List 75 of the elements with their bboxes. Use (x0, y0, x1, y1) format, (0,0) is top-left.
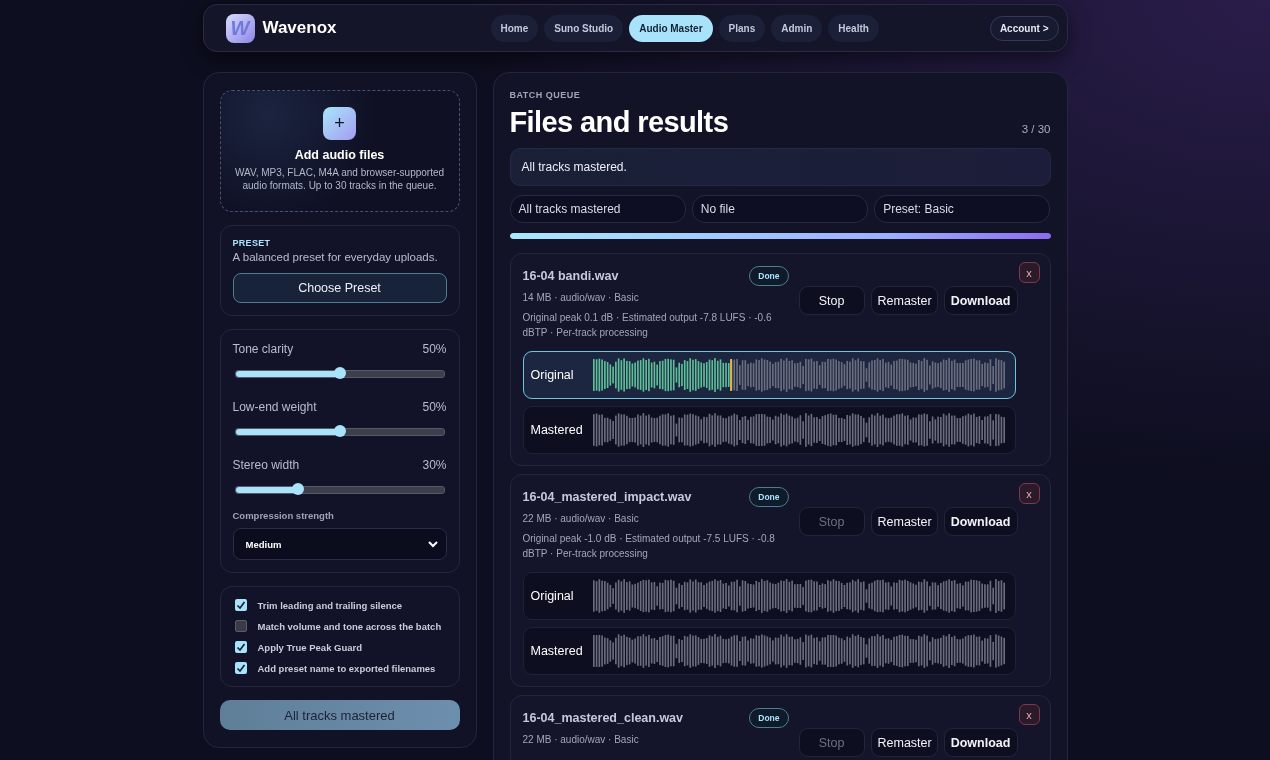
slider-track[interactable] (234, 370, 445, 378)
account-button[interactable]: Account > (989, 15, 1059, 41)
checkbox[interactable] (234, 641, 247, 653)
brand-name: Wavenox (262, 18, 337, 38)
option-label: Add preset name to exported filenames (257, 662, 436, 674)
checkbox[interactable] (234, 599, 247, 611)
option-label: Match volume and tone across the batch (257, 620, 442, 632)
queue-count: 3 / 30 (1021, 123, 1051, 135)
waveform-label: Original (530, 589, 575, 603)
track-action-button[interactable]: Download (943, 728, 1018, 757)
option-label: Trim leading and trailing silence (257, 599, 403, 611)
nav-tab[interactable]: Health (828, 14, 879, 42)
nav-tab[interactable]: Plans (718, 14, 766, 42)
track-meta: 14 MB · audio/wav · Basic (522, 292, 640, 303)
nav-tab[interactable]: Suno Studio (544, 14, 624, 42)
slider-value: 30% (422, 458, 447, 472)
track-name: 16-04_mastered_clean.wav (522, 711, 684, 725)
close-button[interactable]: x (1018, 483, 1040, 504)
nav-tab[interactable]: Home (490, 14, 539, 42)
status-badge: Done (749, 708, 789, 728)
slider-thumb[interactable] (291, 483, 304, 495)
track-action-button[interactable]: Remaster (870, 507, 938, 536)
status-chip: No file (691, 195, 869, 223)
slider-value: 50% (422, 342, 447, 356)
waveform-player[interactable]: Original (522, 572, 1016, 620)
status-badge: Done (749, 266, 789, 286)
nav-tab[interactable]: Admin (771, 14, 823, 42)
upload-title: Add audio files (294, 148, 385, 162)
waveform-player[interactable]: Mastered (522, 406, 1016, 454)
slider-label: Low-end weight (232, 400, 317, 414)
checkbox[interactable] (234, 662, 247, 674)
preset-description: A balanced preset for everyday uploads. (232, 251, 439, 263)
preset-label: PRESET (232, 238, 272, 248)
status-chip: Preset: Basic (874, 195, 1051, 223)
track-name: 16-04_mastered_impact.wav (522, 490, 692, 504)
add-button[interactable]: + (323, 107, 356, 140)
slider-thumb[interactable] (333, 425, 346, 437)
nav-tab[interactable]: Audio Master (629, 14, 713, 42)
slider-label: Stereo width (232, 458, 300, 472)
slider-track[interactable] (234, 428, 445, 436)
track-action-button[interactable]: Download (943, 507, 1018, 536)
chevron-down-icon (427, 540, 438, 548)
option-label: Apply True Peak Guard (257, 641, 363, 653)
track-meta: 22 MB · audio/wav · Basic (522, 513, 640, 524)
waveform-label: Original (530, 368, 575, 382)
waveform-label: Mastered (530, 423, 584, 437)
track-action-button[interactable]: Download (943, 286, 1018, 315)
waveform-player[interactable]: Original (522, 351, 1016, 399)
track-action-button[interactable]: Remaster (870, 286, 938, 315)
slider-value: 50% (422, 400, 447, 414)
close-button[interactable]: x (1018, 704, 1040, 725)
status-badge: Done (749, 487, 789, 507)
track-name: 16-04 bandi.wav (522, 269, 619, 283)
upload-description: WAV, MP3, FLAC, M4A and browser-supported audio formats. Up to 30 tracks in the queue. (233, 166, 446, 192)
status-message: All tracks mastered. (509, 148, 1051, 186)
track-action-button[interactable]: Remaster (870, 728, 938, 757)
checkbox[interactable] (234, 620, 247, 632)
compression-label: Compression strength (232, 510, 335, 521)
track-meta: 22 MB · audio/wav · Basic (522, 734, 640, 745)
compression-select[interactable]: Medium (232, 528, 447, 560)
track-details: Original peak -1.0 dB · Estimated output -7.5 LUFS · -0.8 dBTP · Per-track processing (522, 532, 776, 561)
waveform-player[interactable]: Mastered (522, 627, 1016, 675)
choose-preset-button[interactable]: Choose Preset (232, 273, 447, 303)
close-button[interactable]: x (1018, 262, 1040, 283)
logo-icon: W (225, 13, 255, 43)
slider-label: Tone clarity (232, 342, 294, 356)
slider-track[interactable] (234, 486, 445, 494)
track-action-button[interactable]: Stop (798, 286, 865, 315)
slider-thumb[interactable] (333, 367, 346, 379)
upload-dropzone[interactable]: + Add audio files WAV, MP3, FLAC, M4A and browser-supported audio formats. Up to 30 tracks in the queue. (219, 90, 460, 212)
section-label: BATCH QUEUE (509, 90, 582, 100)
waveform-label: Mastered (530, 644, 584, 658)
status-chip: All tracks mastered (509, 195, 686, 223)
track-details: Original peak 0.1 dB · Estimated output -7.8 LUFS · -0.6 dBTP · Per-track processing (522, 311, 773, 340)
queue-title: Files and results (509, 106, 729, 139)
